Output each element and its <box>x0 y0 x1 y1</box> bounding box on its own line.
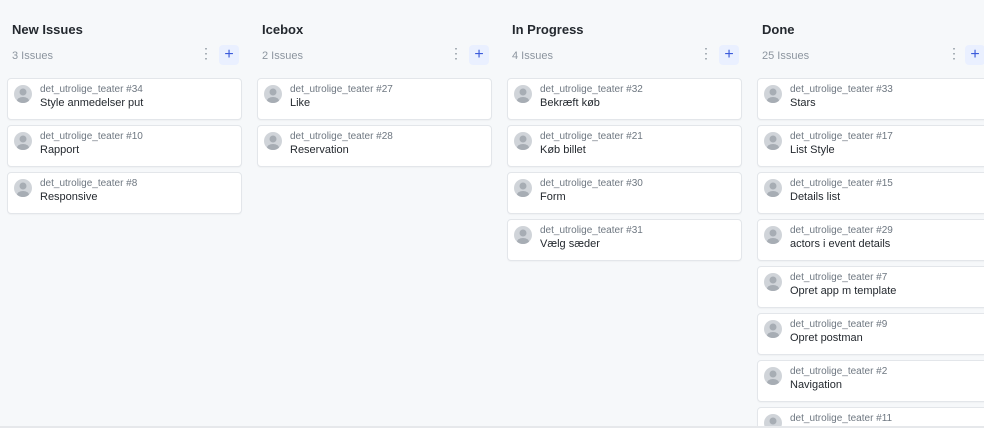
column-title: In Progress <box>512 22 584 37</box>
column-new-issues: New Issues 3 Issues ⋮ + det_utrolige_tea… <box>0 0 250 428</box>
avatar <box>764 367 782 385</box>
issue-title: Details list <box>790 191 841 203</box>
column-in-progress: In Progress 4 Issues ⋮ + det_utrolige_te… <box>500 0 750 428</box>
issue-card[interactable]: det_utrolige_teater #11 <box>757 407 984 428</box>
issue-repo-number: det_utrolige_teater #30 <box>540 178 643 189</box>
column-issue-count: 25 Issues <box>762 50 810 62</box>
avatar <box>514 226 532 244</box>
add-card-button[interactable]: + <box>219 45 239 65</box>
issue-title: Reservation <box>290 144 349 156</box>
column-title: New Issues <box>12 22 83 37</box>
avatar <box>514 179 532 197</box>
issue-repo-number: det_utrolige_teater #32 <box>540 84 643 95</box>
issue-title: Køb billet <box>540 144 586 156</box>
issue-title: List Style <box>790 144 835 156</box>
issue-repo-number: det_utrolige_teater #2 <box>790 366 888 377</box>
avatar <box>764 320 782 338</box>
issue-card[interactable]: det_utrolige_teater #21 Køb billet <box>507 125 742 167</box>
issue-repo-number: det_utrolige_teater #8 <box>40 178 138 189</box>
avatar <box>264 85 282 103</box>
issue-repo-number: det_utrolige_teater #10 <box>40 131 143 142</box>
add-card-button[interactable]: + <box>719 45 739 65</box>
issue-title: Vælg sæder <box>540 238 600 250</box>
issue-title: Opret postman <box>790 332 863 344</box>
issue-repo-number: det_utrolige_teater #17 <box>790 131 893 142</box>
issue-title: Navigation <box>790 379 842 391</box>
issue-title: Like <box>290 97 311 109</box>
issue-title: Stars <box>790 97 816 109</box>
column-menu-icon[interactable]: ⋮ <box>947 46 961 60</box>
column-issue-count: 3 Issues <box>12 50 53 62</box>
issue-repo-number: det_utrolige_teater #11 <box>790 413 893 424</box>
avatar <box>514 85 532 103</box>
issue-card[interactable]: det_utrolige_teater #31 Vælg sæder <box>507 219 742 261</box>
column-menu-icon[interactable]: ⋮ <box>699 46 713 60</box>
issue-card[interactable]: det_utrolige_teater #34 Style anmedelser… <box>7 78 242 120</box>
add-card-button[interactable]: + <box>965 45 984 65</box>
issue-card[interactable]: det_utrolige_teater #17 List Style <box>757 125 984 167</box>
avatar <box>14 85 32 103</box>
column-title: Icebox <box>262 22 304 37</box>
issue-card[interactable]: det_utrolige_teater #29 actors i event d… <box>757 219 984 261</box>
issue-card[interactable]: det_utrolige_teater #33 Stars <box>757 78 984 120</box>
issue-repo-number: det_utrolige_teater #9 <box>790 319 888 330</box>
issue-repo-number: det_utrolige_teater #7 <box>790 272 888 283</box>
issue-repo-number: det_utrolige_teater #29 <box>790 225 893 236</box>
issue-repo-number: det_utrolige_teater #15 <box>790 178 893 189</box>
column-menu-icon[interactable]: ⋮ <box>199 46 213 60</box>
avatar <box>14 132 32 150</box>
issue-card[interactable]: det_utrolige_teater #28 Reservation <box>257 125 492 167</box>
column-title: Done <box>762 22 795 37</box>
issue-repo-number: det_utrolige_teater #34 <box>40 84 143 95</box>
column-done: Done 25 Issues ⋮ + det_utrolige_teater #… <box>750 0 984 428</box>
issue-card[interactable]: det_utrolige_teater #9 Opret postman <box>757 313 984 355</box>
issue-title: Responsive <box>40 191 98 203</box>
project-board: New Issues 3 Issues ⋮ + det_utrolige_tea… <box>0 0 984 428</box>
issue-repo-number: det_utrolige_teater #33 <box>790 84 893 95</box>
issue-card[interactable]: det_utrolige_teater #10 Rapport <box>7 125 242 167</box>
avatar <box>14 179 32 197</box>
issue-repo-number: det_utrolige_teater #21 <box>540 131 643 142</box>
issue-title: Style anmedelser put <box>40 97 144 109</box>
avatar <box>764 179 782 197</box>
issue-card[interactable]: det_utrolige_teater #32 Bekræft køb <box>507 78 742 120</box>
issue-title: Bekræft køb <box>540 97 600 109</box>
issue-title: Form <box>540 191 566 203</box>
column-issue-count: 2 Issues <box>262 50 303 62</box>
avatar <box>764 273 782 291</box>
issue-card[interactable]: det_utrolige_teater #7 Opret app m templ… <box>757 266 984 308</box>
issue-title: Opret app m template <box>790 285 897 297</box>
column-icebox: Icebox 2 Issues ⋮ + det_utrolige_teater … <box>250 0 500 428</box>
issue-repo-number: det_utrolige_teater #28 <box>290 131 393 142</box>
issue-card[interactable]: det_utrolige_teater #27 Like <box>257 78 492 120</box>
issue-repo-number: det_utrolige_teater #27 <box>290 84 393 95</box>
issue-card[interactable]: det_utrolige_teater #8 Responsive <box>7 172 242 214</box>
column-issue-count: 4 Issues <box>512 50 553 62</box>
avatar <box>264 132 282 150</box>
avatar <box>764 85 782 103</box>
issue-repo-number: det_utrolige_teater #31 <box>540 225 643 236</box>
issue-title: actors i event details <box>790 238 891 250</box>
avatar <box>764 226 782 244</box>
issue-title: Rapport <box>40 144 80 156</box>
issue-card[interactable]: det_utrolige_teater #15 Details list <box>757 172 984 214</box>
add-card-button[interactable]: + <box>469 45 489 65</box>
column-menu-icon[interactable]: ⋮ <box>449 46 463 60</box>
issue-card[interactable]: det_utrolige_teater #30 Form <box>507 172 742 214</box>
issue-card[interactable]: det_utrolige_teater #2 Navigation <box>757 360 984 402</box>
avatar <box>514 132 532 150</box>
avatar <box>764 132 782 150</box>
